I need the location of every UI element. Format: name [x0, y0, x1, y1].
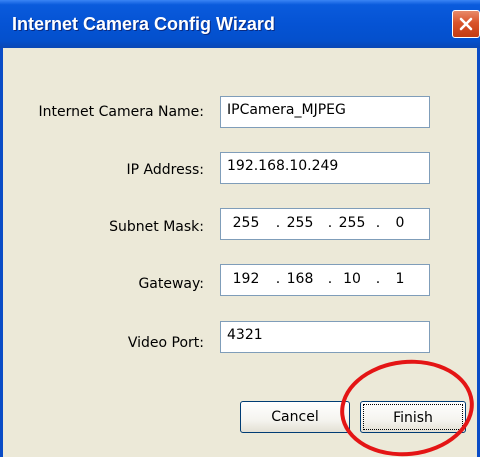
- gateway-octet-1[interactable]: 192: [229, 271, 263, 287]
- gateway-octet-2[interactable]: 168: [283, 271, 317, 287]
- cancel-button[interactable]: Cancel: [240, 401, 350, 433]
- window-title: Internet Camera Config Wizard: [12, 14, 275, 34]
- finish-button[interactable]: Finish: [360, 401, 466, 433]
- octet-separator: .: [327, 271, 333, 287]
- finish-button-label: Finish: [363, 404, 463, 430]
- config-wizard-window: Internet Camera Config Wizard Internet C…: [0, 0, 480, 463]
- octet-separator: .: [375, 215, 381, 231]
- camera-name-label: Internet Camera Name:: [38, 104, 204, 120]
- subnet-octet-3[interactable]: 255: [335, 215, 369, 231]
- subnet-mask-input[interactable]: 255 . 255 . 255 . 0: [220, 208, 430, 240]
- octet-separator: .: [327, 215, 333, 231]
- gateway-octet-4[interactable]: 1: [383, 271, 417, 287]
- ip-address-input[interactable]: 192.168.10.249: [220, 152, 430, 184]
- close-icon: [459, 17, 473, 31]
- subnet-octet-1[interactable]: 255: [229, 215, 263, 231]
- camera-name-input[interactable]: IPCamera_MJPEG: [220, 96, 430, 128]
- gateway-octet-3[interactable]: 10: [335, 271, 369, 287]
- subnet-octet-2[interactable]: 255: [283, 215, 317, 231]
- octet-separator: .: [275, 215, 281, 231]
- octet-separator: .: [275, 271, 281, 287]
- video-port-label: Video Port:: [127, 335, 204, 351]
- title-bar[interactable]: Internet Camera Config Wizard: [0, 0, 480, 48]
- subnet-octet-4[interactable]: 0: [383, 215, 417, 231]
- ip-address-label: IP Address:: [126, 162, 205, 178]
- subnet-mask-label: Subnet Mask:: [109, 219, 204, 235]
- gateway-input[interactable]: 192 . 168 . 10 . 1: [220, 264, 430, 296]
- octet-separator: .: [375, 271, 381, 287]
- video-port-input[interactable]: 4321: [220, 321, 430, 353]
- close-button[interactable]: [452, 10, 480, 38]
- gateway-label: Gateway:: [138, 276, 204, 292]
